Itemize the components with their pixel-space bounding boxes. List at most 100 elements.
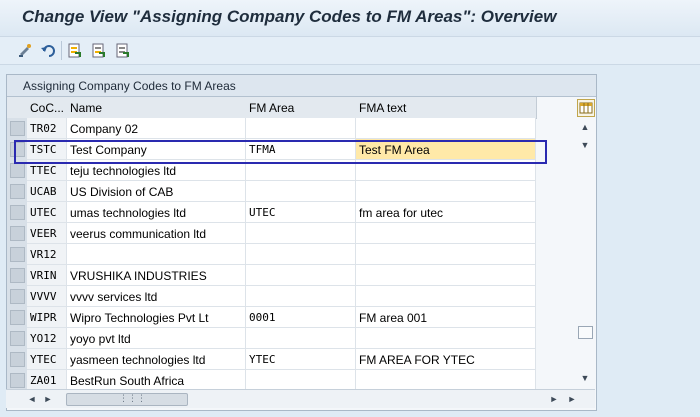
vertical-scroll-thumb[interactable] <box>578 326 593 339</box>
company-code-cell-text: TR02 <box>30 122 57 135</box>
fm-area-cell[interactable]: 0001 <box>246 307 356 328</box>
name-cell[interactable]: vvvv services ltd <box>67 286 246 307</box>
scroll-left-icon[interactable]: ◄ <box>26 393 38 405</box>
row-selector-box <box>10 331 25 346</box>
company-code-cell[interactable]: UCAB <box>27 181 67 202</box>
company-code-cell[interactable]: TR02 <box>27 118 67 139</box>
row-selector-box <box>10 163 25 178</box>
fma-text-cell[interactable] <box>356 244 536 265</box>
vertical-scrollbar[interactable]: ▲ ▼ ▼ <box>575 118 595 386</box>
column-header-fma-text[interactable]: FMA text <box>356 97 537 119</box>
name-cell[interactable]: Company 02 <box>67 118 246 139</box>
row-selector-box <box>10 184 25 199</box>
company-code-cell[interactable]: TSTC <box>27 139 67 160</box>
fm-area-cell[interactable] <box>246 160 356 181</box>
column-header-fm-area[interactable]: FM Area <box>246 97 357 119</box>
fm-area-cell[interactable] <box>246 265 356 286</box>
scroll-far-right-icon[interactable]: ► <box>548 393 560 405</box>
fma-text-cell[interactable]: Test FM Area <box>356 139 536 160</box>
name-cell-text: veerus communication ltd <box>70 227 207 241</box>
name-cell[interactable]: US Division of CAB <box>67 181 246 202</box>
fma-text-cell[interactable] <box>356 118 536 139</box>
name-cell[interactable]: Wipro Technologies Pvt Lt <box>67 307 246 328</box>
row-selector[interactable] <box>7 265 28 287</box>
fma-text-cell[interactable]: FM area 001 <box>356 307 536 328</box>
row-selector[interactable] <box>7 202 28 224</box>
select-all-icon[interactable] <box>66 42 83 59</box>
horizontal-scrollbar[interactable]: ◄ ► ⋮⋮⋮ ► ► <box>6 389 595 408</box>
fm-area-cell[interactable] <box>246 223 356 244</box>
scroll-bottom-icon[interactable]: ▼ <box>579 372 591 384</box>
fma-text-cell[interactable] <box>356 223 536 244</box>
horizontal-scroll-thumb[interactable]: ⋮⋮⋮ <box>66 393 188 406</box>
row-selector[interactable] <box>7 286 28 308</box>
fma-text-cell[interactable] <box>356 286 536 307</box>
fm-area-cell-text: TFMA <box>249 143 276 156</box>
company-code-cell[interactable]: VEER <box>27 223 67 244</box>
company-code-cell-text: TTEC <box>30 164 57 177</box>
name-cell[interactable]: yasmeen technologies ltd <box>67 349 246 370</box>
name-cell[interactable]: teju technologies ltd <box>67 160 246 181</box>
fma-text-cell[interactable] <box>356 328 536 349</box>
undo-icon[interactable] <box>40 42 57 59</box>
company-code-cell[interactable]: WIPR <box>27 307 67 328</box>
company-code-cell[interactable]: ZA01 <box>27 370 67 391</box>
row-selector[interactable] <box>7 328 28 350</box>
scroll-end-right-icon[interactable]: ► <box>566 393 578 405</box>
company-code-cell[interactable]: VRIN <box>27 265 67 286</box>
fm-area-cell[interactable] <box>246 244 356 265</box>
name-cell[interactable] <box>67 244 246 265</box>
row-selector-box <box>10 289 25 304</box>
name-cell-text: BestRun South Africa <box>70 374 185 388</box>
fma-text-cell[interactable]: FM AREA FOR YTEC <box>356 349 536 370</box>
select-all-rows-header[interactable] <box>7 97 28 119</box>
table-settings-icon[interactable] <box>577 99 595 117</box>
row-selector[interactable] <box>7 181 28 203</box>
deselect-all-icon[interactable] <box>114 42 131 59</box>
row-selector[interactable] <box>7 244 28 266</box>
fma-text-cell[interactable] <box>356 181 536 202</box>
fma-text-cell-text: FM AREA FOR YTEC <box>359 353 475 367</box>
company-code-cell-text: VEER <box>30 227 57 240</box>
select-block-icon[interactable] <box>90 42 107 59</box>
name-cell[interactable]: veerus communication ltd <box>67 223 246 244</box>
name-cell[interactable]: Test Company <box>67 139 246 160</box>
fm-area-cell[interactable]: UTEC <box>246 202 356 223</box>
scroll-down-icon[interactable]: ▼ <box>579 139 591 151</box>
fm-area-cell[interactable]: TFMA <box>246 139 356 160</box>
company-code-cell-text: VR12 <box>30 248 57 261</box>
company-code-cell[interactable]: YO12 <box>27 328 67 349</box>
fma-text-cell[interactable] <box>356 370 536 391</box>
company-code-cell[interactable]: VVVV <box>27 286 67 307</box>
company-code-cell-text: UCAB <box>30 185 57 198</box>
row-selector[interactable] <box>7 223 28 245</box>
company-code-cell[interactable]: YTEC <box>27 349 67 370</box>
fma-text-cell[interactable]: fm area for utec <box>356 202 536 223</box>
row-selector[interactable] <box>7 139 28 161</box>
fm-area-cell[interactable] <box>246 118 356 139</box>
column-header-company-code[interactable]: CoC... <box>27 97 68 119</box>
row-selector[interactable] <box>7 118 28 140</box>
column-header-name[interactable]: Name <box>67 97 247 119</box>
fm-area-cell[interactable] <box>246 370 356 391</box>
scroll-up-icon[interactable]: ▲ <box>579 121 591 133</box>
row-selector[interactable] <box>7 307 28 329</box>
fm-area-cell[interactable] <box>246 181 356 202</box>
fma-text-cell[interactable] <box>356 160 536 181</box>
company-code-cell[interactable]: TTEC <box>27 160 67 181</box>
name-cell[interactable]: BestRun South Africa <box>67 370 246 391</box>
company-code-cell[interactable]: UTEC <box>27 202 67 223</box>
fma-text-cell[interactable] <box>356 265 536 286</box>
row-selector-box <box>10 268 25 283</box>
row-selector[interactable] <box>7 349 28 371</box>
name-cell[interactable]: umas technologies ltd <box>67 202 246 223</box>
display-change-icon[interactable] <box>17 42 34 59</box>
fm-area-cell[interactable] <box>246 286 356 307</box>
row-selector[interactable] <box>7 160 28 182</box>
scroll-right-icon[interactable]: ► <box>42 393 54 405</box>
name-cell[interactable]: VRUSHIKA INDUSTRIES <box>67 265 246 286</box>
name-cell[interactable]: yoyo pvt ltd <box>67 328 246 349</box>
fm-area-cell[interactable] <box>246 328 356 349</box>
fm-area-cell[interactable]: YTEC <box>246 349 356 370</box>
company-code-cell[interactable]: VR12 <box>27 244 67 265</box>
